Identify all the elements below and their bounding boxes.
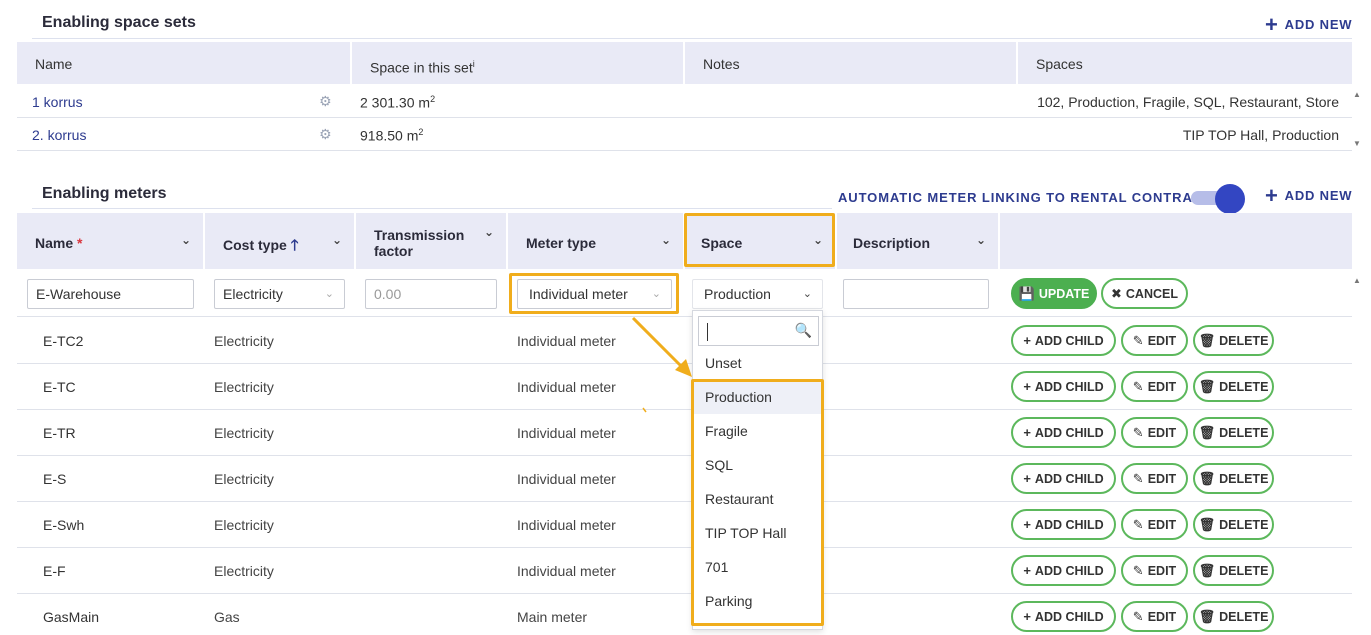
arrow-shaft — [631, 316, 685, 370]
annotation-arrow — [631, 316, 692, 413]
arrow-mark — [642, 407, 647, 413]
